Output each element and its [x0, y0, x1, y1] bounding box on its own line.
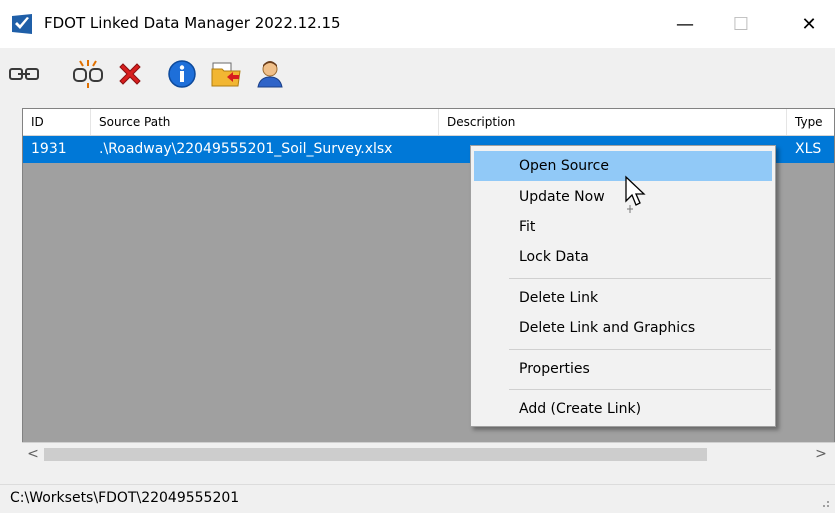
scroll-right-button[interactable]: >: [810, 443, 832, 466]
break-link-button[interactable]: [72, 58, 104, 90]
horizontal-scrollbar[interactable]: < >: [22, 442, 835, 466]
column-header-source-path[interactable]: Source Path: [91, 109, 439, 135]
maximize-button[interactable]: ☐: [718, 0, 764, 48]
scroll-left-button[interactable]: <: [22, 443, 44, 466]
info-button[interactable]: [166, 58, 198, 90]
menu-item-update-now[interactable]: Update Now: [474, 182, 772, 212]
toolbar: [0, 48, 835, 100]
column-header-type[interactable]: Type: [787, 109, 834, 135]
user-icon: [257, 61, 283, 88]
row-type: XLS: [795, 141, 822, 157]
mouse-pointer-icon: [625, 175, 646, 213]
app-icon: [12, 14, 32, 34]
minimize-button[interactable]: —: [662, 0, 708, 48]
menu-item-delete-link-and-graphics[interactable]: Delete Link and Graphics: [474, 313, 772, 343]
list-header: ID Source Path Description Type: [23, 109, 834, 136]
resize-grip-icon[interactable]: [819, 499, 829, 509]
menu-item-properties[interactable]: Properties: [474, 354, 772, 384]
menu-separator: [509, 278, 771, 279]
menu-item-lock-data[interactable]: Lock Data: [474, 242, 772, 272]
column-header-id[interactable]: ID: [23, 109, 91, 135]
link-icon: [9, 68, 39, 80]
break-link-icon: [73, 60, 103, 88]
delete-button[interactable]: [114, 58, 146, 90]
workset-path: C:\Worksets\FDOT\22049555201: [10, 490, 240, 506]
linked-data-manager-window: FDOT Linked Data Manager 2022.12.15 — ☐ …: [0, 0, 835, 513]
open-source-button[interactable]: [210, 58, 242, 90]
menu-item-add-create-link[interactable]: Add (Create Link): [474, 394, 772, 424]
open-folder-icon: [211, 62, 241, 87]
menu-item-delete-link[interactable]: Delete Link: [474, 283, 772, 313]
column-header-description[interactable]: Description: [439, 109, 787, 135]
context-menu: Open Source Update Now Fit Lock Data Del…: [470, 145, 776, 427]
window-title: FDOT Linked Data Manager 2022.12.15: [44, 14, 341, 32]
menu-item-open-source[interactable]: Open Source: [474, 151, 772, 181]
menu-item-fit[interactable]: Fit: [474, 212, 772, 242]
scrollbar-thumb[interactable]: [44, 448, 707, 461]
row-id: 1931: [31, 141, 67, 157]
close-button[interactable]: ✕: [786, 0, 832, 48]
link-button[interactable]: [8, 58, 40, 90]
menu-separator: [509, 389, 771, 390]
info-icon: [168, 60, 196, 88]
delete-icon: [119, 63, 141, 85]
title-bar: FDOT Linked Data Manager 2022.12.15 — ☐ …: [0, 0, 835, 48]
user-button[interactable]: [254, 58, 286, 90]
status-bar: C:\Worksets\FDOT\22049555201: [0, 484, 835, 513]
menu-separator: [509, 349, 771, 350]
row-source-path: .\Roadway\22049555201_Soil_Survey.xlsx: [99, 141, 393, 157]
